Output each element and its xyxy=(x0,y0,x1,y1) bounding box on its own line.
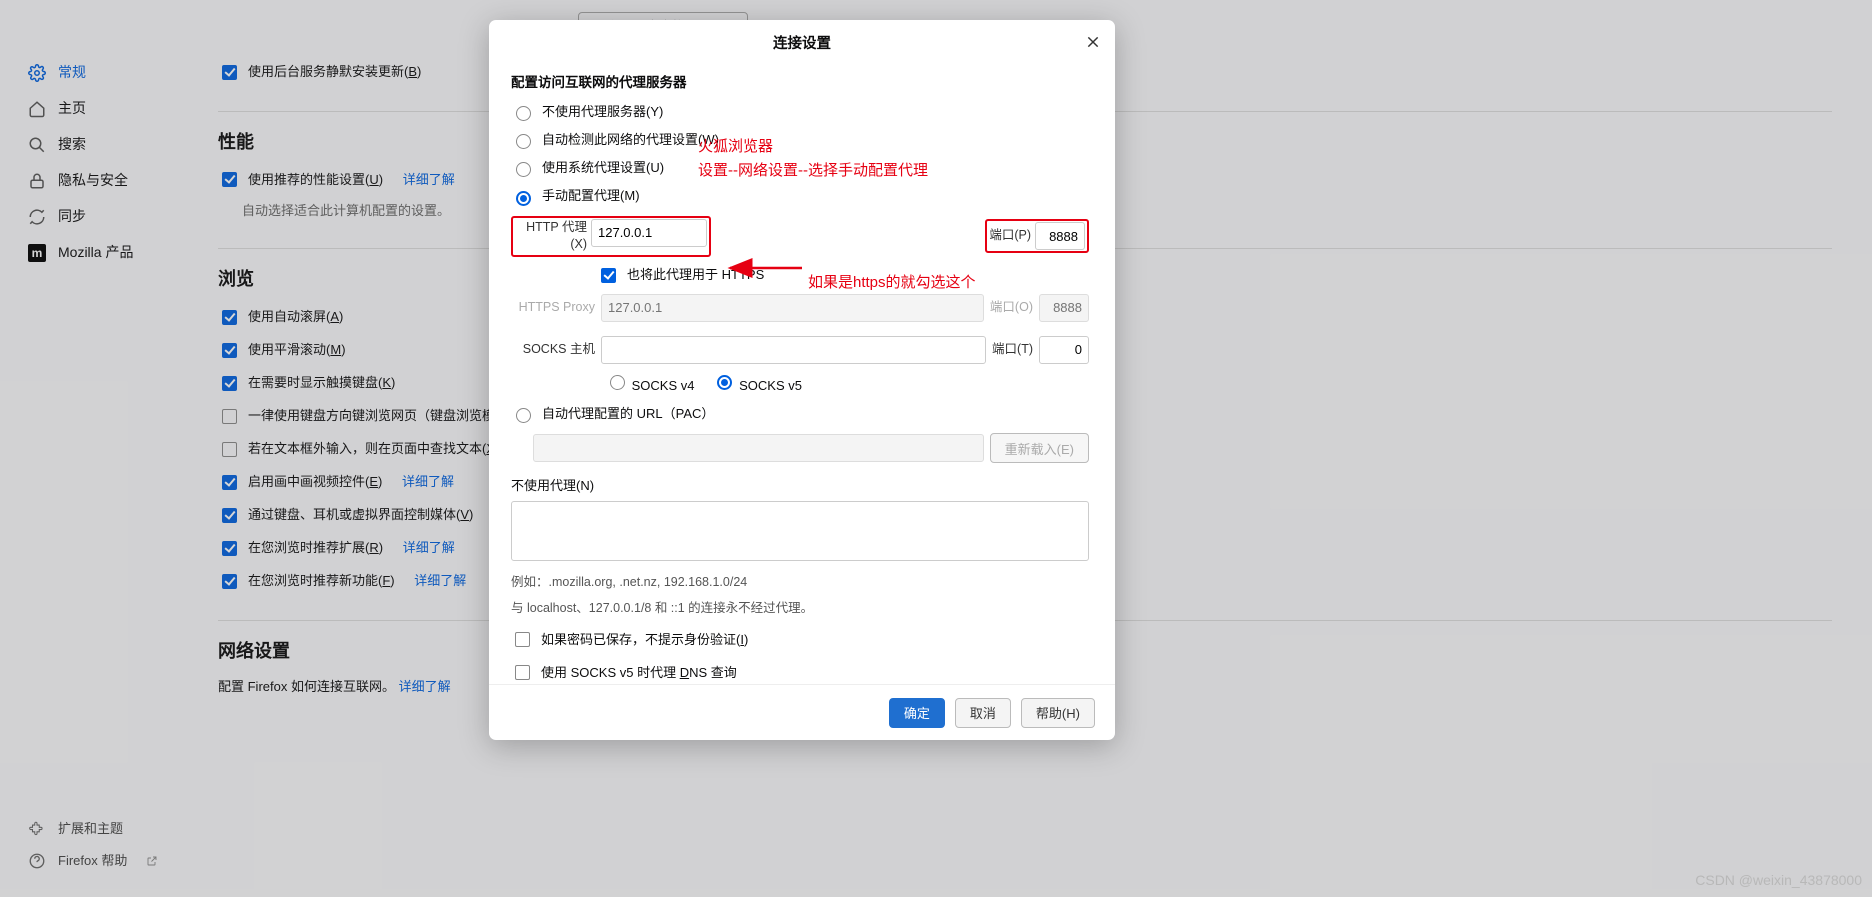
auto-detect-radio[interactable] xyxy=(516,134,531,149)
cancel-button[interactable]: 取消 xyxy=(955,698,1011,728)
https-proxy-label: HTTPS Proxy xyxy=(511,299,595,317)
noproxy-hint2: 与 localhost、127.0.0.1/8 和 ::1 的连接永不经过代理。 xyxy=(511,600,1089,618)
help-button[interactable]: 帮助(H) xyxy=(1021,698,1095,728)
no-proxy-label: 不使用代理(N) xyxy=(511,477,1089,495)
ok-button[interactable]: 确定 xyxy=(889,698,945,728)
no-proxy-radio[interactable] xyxy=(516,106,531,121)
system-proxy-radio[interactable] xyxy=(516,162,531,177)
dialog-title: 连接设置 xyxy=(773,34,831,54)
http-proxy-input[interactable] xyxy=(591,219,707,247)
socks-dns-checkbox[interactable] xyxy=(515,665,530,680)
connection-settings-dialog: 连接设置 配置访问互联网的代理服务器 不使用代理服务器(Y) 自动检测此网络的代… xyxy=(489,20,1115,740)
https-proxy-input xyxy=(601,294,984,322)
pac-url-input xyxy=(533,434,984,462)
socks-v4-radio[interactable] xyxy=(610,375,625,390)
http-port-label: 端口(P) xyxy=(989,227,1031,245)
https-port-label: 端口(O) xyxy=(990,299,1033,317)
socks-v5-radio[interactable] xyxy=(717,375,732,390)
pac-radio[interactable] xyxy=(516,408,531,423)
reload-button: 重新载入(E) xyxy=(990,433,1089,463)
http-port-input[interactable] xyxy=(1035,222,1085,250)
watermark: CSDN @weixin_43878000 xyxy=(1695,871,1862,891)
no-proxy-textarea[interactable] xyxy=(511,501,1089,561)
socks-host-input[interactable] xyxy=(601,336,986,364)
close-button[interactable] xyxy=(1085,34,1101,56)
socks-port-label: 端口(T) xyxy=(992,341,1033,359)
https-port-input xyxy=(1039,294,1089,322)
close-icon xyxy=(1085,34,1101,50)
auth-checkbox[interactable] xyxy=(515,632,530,647)
http-proxy-label: HTTP 代理(X) xyxy=(515,219,587,254)
dialog-header: 连接设置 xyxy=(489,20,1115,68)
socks-label: SOCKS 主机 xyxy=(511,341,595,359)
noproxy-hint1: 例如：.mozilla.org, .net.nz, 192.168.1.0/24 xyxy=(511,574,1089,592)
also-https-checkbox[interactable] xyxy=(601,268,616,283)
manual-proxy-radio[interactable] xyxy=(516,191,531,206)
proxy-section-title: 配置访问互联网的代理服务器 xyxy=(511,74,1089,93)
socks-port-input[interactable] xyxy=(1039,336,1089,364)
